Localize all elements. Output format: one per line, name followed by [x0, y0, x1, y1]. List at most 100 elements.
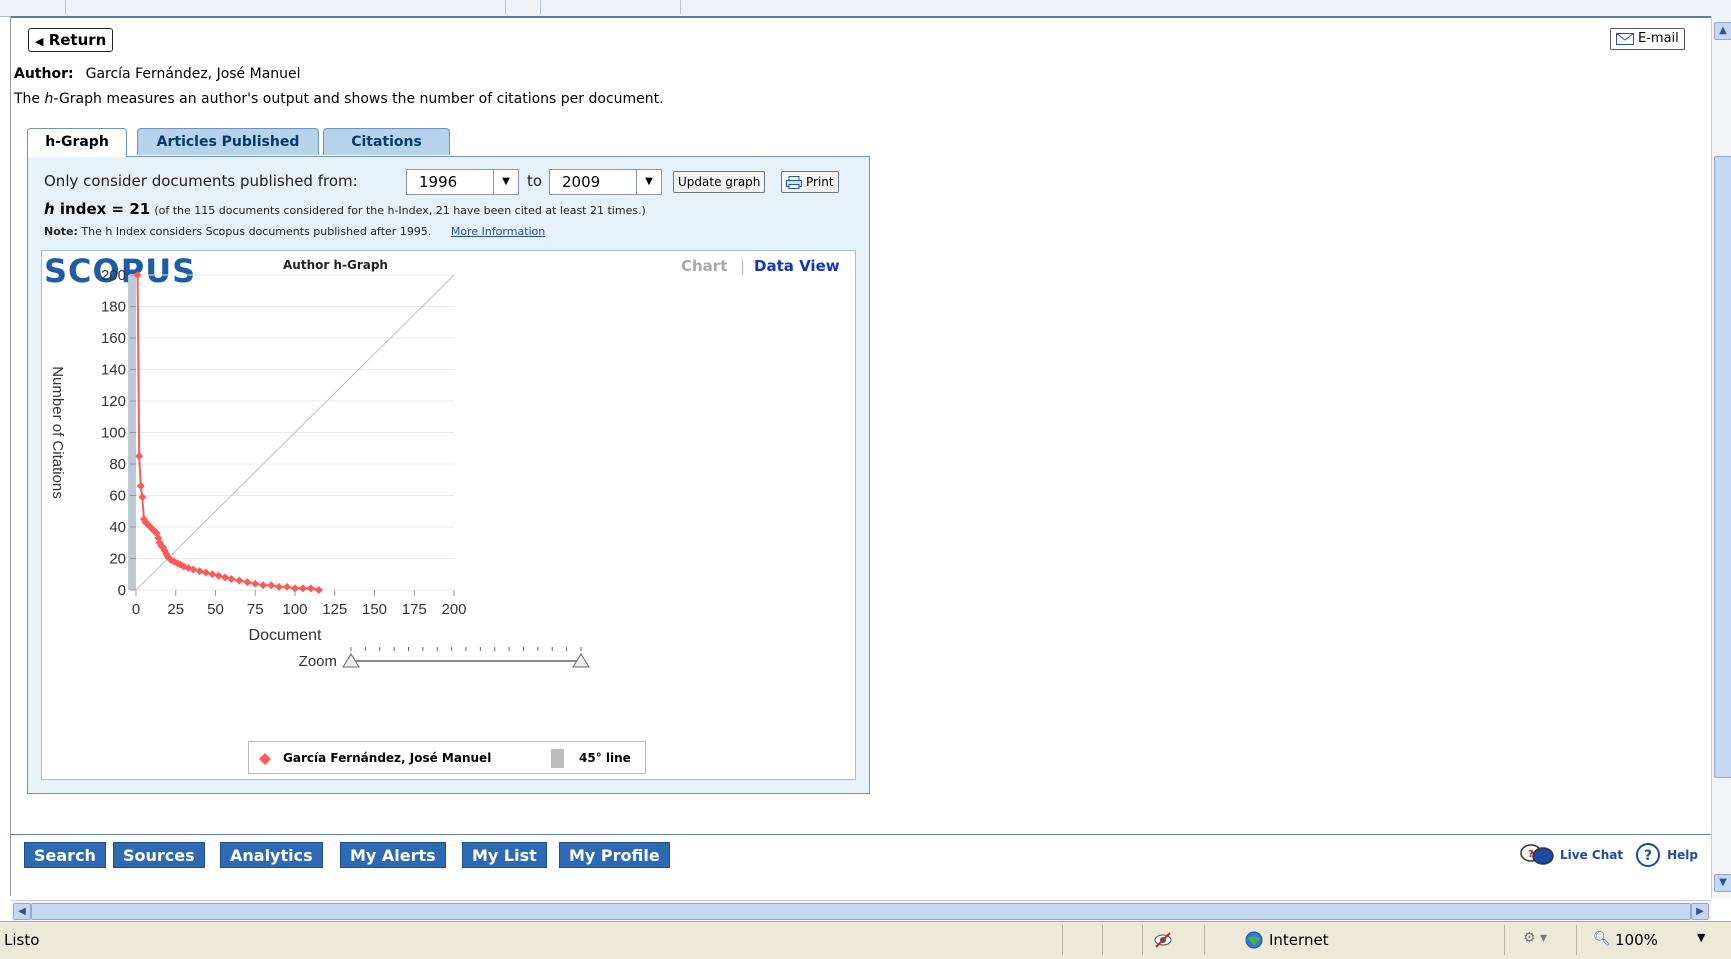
nav-my-profile[interactable]: My Profile [559, 842, 670, 868]
frame-border [10, 16, 11, 896]
nav-analytics[interactable]: Analytics [220, 842, 323, 868]
x-tick-label: 150 [362, 601, 387, 618]
citation-point [259, 581, 268, 590]
zoom-label: Zoom [299, 653, 337, 670]
tab-strip-segment [285, 0, 506, 14]
chart-axes: 0 20 40 60 80 100 120 140 160 180 200 0 25 50 75 100 125… [101, 267, 467, 618]
help-link[interactable]: Help [1667, 848, 1698, 862]
status-bar: Listo Internet ⚙ ▾ 🔍︎ 100% ▼ [0, 921, 1731, 959]
support-links: ? Live Chat ? Help [1520, 842, 1698, 868]
x-tick-label: 0 [132, 601, 140, 618]
nav-search[interactable]: Search [24, 842, 106, 868]
tab-h-graph[interactable]: h-Graph [27, 128, 127, 157]
protected-mode-icon[interactable]: ⚙ ▾ [1523, 930, 1547, 946]
citation-point [243, 578, 252, 587]
x-tick-label: 100 [282, 601, 307, 618]
tab-strip-segment [15, 0, 66, 14]
browser-tab-strip [0, 0, 1731, 17]
y-tick-label: 160 [101, 330, 126, 347]
x-tick-label: 175 [402, 601, 427, 618]
status-cell [1062, 925, 1103, 955]
legend-45-swatch [551, 749, 564, 768]
zoom-slider[interactable]: Zoom [299, 647, 590, 670]
svg-text:?: ? [1644, 848, 1652, 864]
y-tick-label: 80 [109, 456, 126, 473]
x-axis-label: Document [249, 627, 322, 644]
nav-sources[interactable]: Sources [113, 842, 205, 868]
author-line: Author: García Fernández, José Manuel [14, 66, 301, 82]
nav-my-list[interactable]: My List [462, 842, 547, 868]
y-tick-label: 20 [109, 551, 126, 568]
note-text: The h Index considers Scopus documents p… [81, 225, 432, 238]
from-year-value: 1996 [419, 173, 458, 191]
scroll-right-icon[interactable]: ▶ [1691, 903, 1709, 920]
live-chat-link[interactable]: Live Chat [1560, 848, 1623, 862]
citation-point [138, 493, 147, 502]
x-tick-label: 75 [247, 601, 264, 618]
return-button[interactable]: ◀ Return [28, 28, 114, 52]
x-tick-label: 200 [441, 601, 466, 618]
printer-icon [786, 175, 802, 189]
citation-point [227, 574, 236, 583]
horizontal-scroll-thumb[interactable] [31, 903, 1691, 920]
scroll-left-icon[interactable]: ◀ [13, 903, 31, 920]
vertical-scroll-thumb[interactable] [1714, 156, 1731, 778]
from-year-select[interactable]: 1996 ▼ [406, 169, 519, 195]
email-label: E-mail [1638, 31, 1679, 46]
y-tick-label: 180 [101, 299, 126, 316]
date-range-label: Only consider documents published from: [44, 172, 358, 190]
description-prefix: The [14, 91, 45, 107]
citation-point [291, 584, 299, 593]
citation-point [195, 567, 204, 576]
update-graph-button[interactable]: Update graph [673, 171, 766, 193]
live-chat-icon: ? [1520, 844, 1554, 865]
description-suffix: -Graph measures an author's output and s… [53, 91, 664, 107]
svg-text:?: ? [1528, 849, 1534, 860]
scroll-up-icon[interactable]: ▲ [1714, 22, 1731, 40]
privacy-eye-icon[interactable] [1153, 930, 1173, 950]
help-icon[interactable]: ? [1635, 842, 1661, 868]
zoom-level[interactable]: 100% [1615, 931, 1658, 949]
tab-articles-published[interactable]: Articles Published [137, 128, 319, 155]
print-label: Print [806, 175, 834, 189]
legend-series-label: García Fernández, José Manuel [283, 751, 492, 765]
status-text: Listo [4, 931, 40, 949]
scroll-down-icon[interactable]: ▼ [1714, 874, 1731, 892]
y-tick-label: 140 [101, 362, 126, 379]
citation-point [235, 576, 244, 585]
status-cell [1102, 925, 1143, 955]
to-year-select[interactable]: 2009 ▼ [549, 169, 662, 195]
citation-point [298, 584, 307, 593]
note-line: Note: The h Index considers Scopus docum… [44, 225, 545, 238]
citation-point [208, 570, 217, 579]
h-index-value: index = 21 [54, 200, 151, 218]
status-cell: Internet [1204, 925, 1505, 955]
horizontal-scrollbar[interactable]: ◀ ▶ [11, 900, 1711, 921]
x-tick-label: 50 [207, 601, 224, 618]
zoom-dropdown-icon[interactable]: ▼ [1697, 931, 1705, 944]
x-tick-label: 125 [322, 601, 347, 618]
legend-diamond-icon [259, 753, 271, 765]
y-tick-label: 60 [109, 488, 126, 505]
y-tick-label: 200 [101, 267, 126, 284]
citation-point [201, 568, 210, 577]
to-label: to [527, 172, 543, 190]
more-information-link[interactable]: More Information [451, 225, 545, 238]
email-button[interactable]: E-mail [1610, 28, 1685, 50]
h-graph-chart: 0 20 40 60 80 100 120 140 160 180 200 0 25 50 75 100 125… [49, 267, 590, 670]
print-button[interactable]: Print [781, 171, 839, 193]
citation-point [267, 581, 276, 590]
citation-point [135, 452, 144, 461]
citation-point [221, 573, 230, 582]
y-tick-label: 0 [118, 582, 126, 599]
nav-my-alerts[interactable]: My Alerts [340, 842, 446, 868]
zoom-magnifier-icon: 🔍︎ [1593, 931, 1611, 947]
vertical-scrollbar[interactable]: ▲ ▼ [1711, 16, 1731, 898]
author-label: Author: [14, 66, 74, 82]
tab-citations[interactable]: Citations [323, 128, 450, 155]
globe-icon [1245, 931, 1263, 949]
note-label: Note: [44, 225, 78, 238]
tab-strip-segment [505, 0, 541, 14]
h-index-h: h [44, 200, 55, 218]
content-divider [11, 16, 1711, 18]
